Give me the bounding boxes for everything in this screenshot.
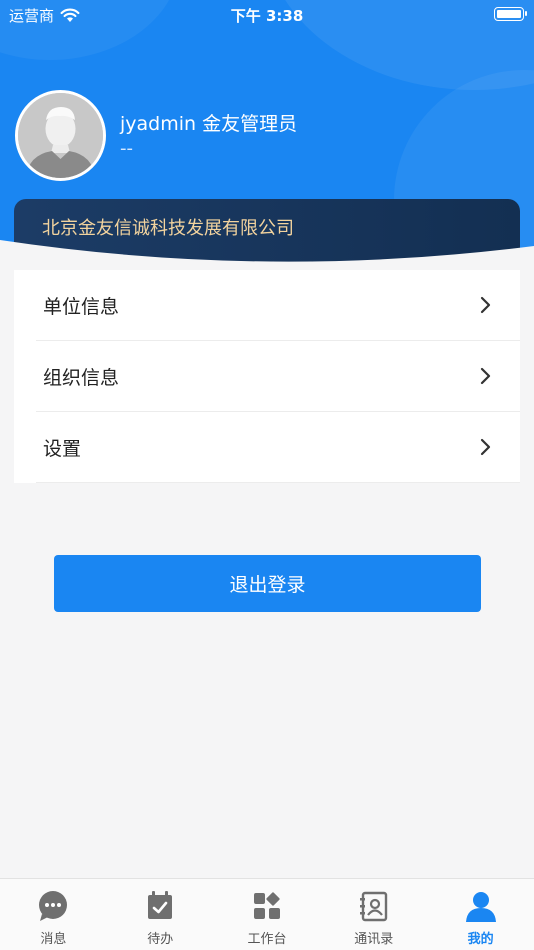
tab-profile[interactable]: 我的 [427, 879, 534, 950]
workbench-icon [253, 892, 280, 919]
contacts-icon [359, 891, 387, 922]
menu-item-label: 组织信息 [43, 367, 120, 389]
menu-item-org-info[interactable]: 组织信息 [14, 341, 520, 412]
status-time: 下午 3:38 [230, 7, 304, 25]
avatar[interactable] [15, 90, 106, 181]
tab-label: 我的 [467, 932, 494, 947]
user-subtitle: -- [120, 138, 133, 159]
tab-contacts[interactable]: 通讯录 [320, 879, 427, 950]
menu-item-settings[interactable]: 设置 [14, 412, 520, 483]
tab-label: 待办 [147, 932, 174, 947]
settings-menu: 单位信息 组织信息 设置 [14, 270, 520, 483]
tab-label: 通讯录 [354, 932, 394, 947]
tab-label: 工作台 [247, 932, 287, 947]
battery-icon [494, 7, 527, 21]
logout-button[interactable]: 退出登录 [54, 555, 481, 612]
profile-icon [465, 892, 496, 922]
tab-workbench[interactable]: 工作台 [214, 879, 321, 950]
chevron-right-icon [480, 438, 491, 456]
tab-bar: 消息 待办 工作台 通讯录 我的 [0, 878, 534, 950]
todo-icon [148, 891, 173, 919]
message-icon [39, 891, 68, 921]
tab-todo[interactable]: 待办 [107, 879, 214, 950]
status-bar: 运营商 下午 3:38 [0, 0, 534, 28]
tab-messages[interactable]: 消息 [0, 879, 107, 950]
chevron-right-icon [480, 367, 491, 385]
default-avatar-icon [18, 93, 103, 178]
menu-item-label: 单位信息 [43, 296, 120, 318]
menu-item-label: 设置 [43, 438, 82, 460]
user-name: jyadmin 金友管理员 [120, 113, 298, 135]
tab-label: 消息 [40, 932, 67, 947]
chevron-right-icon [480, 296, 491, 314]
menu-item-unit-info[interactable]: 单位信息 [14, 270, 520, 341]
